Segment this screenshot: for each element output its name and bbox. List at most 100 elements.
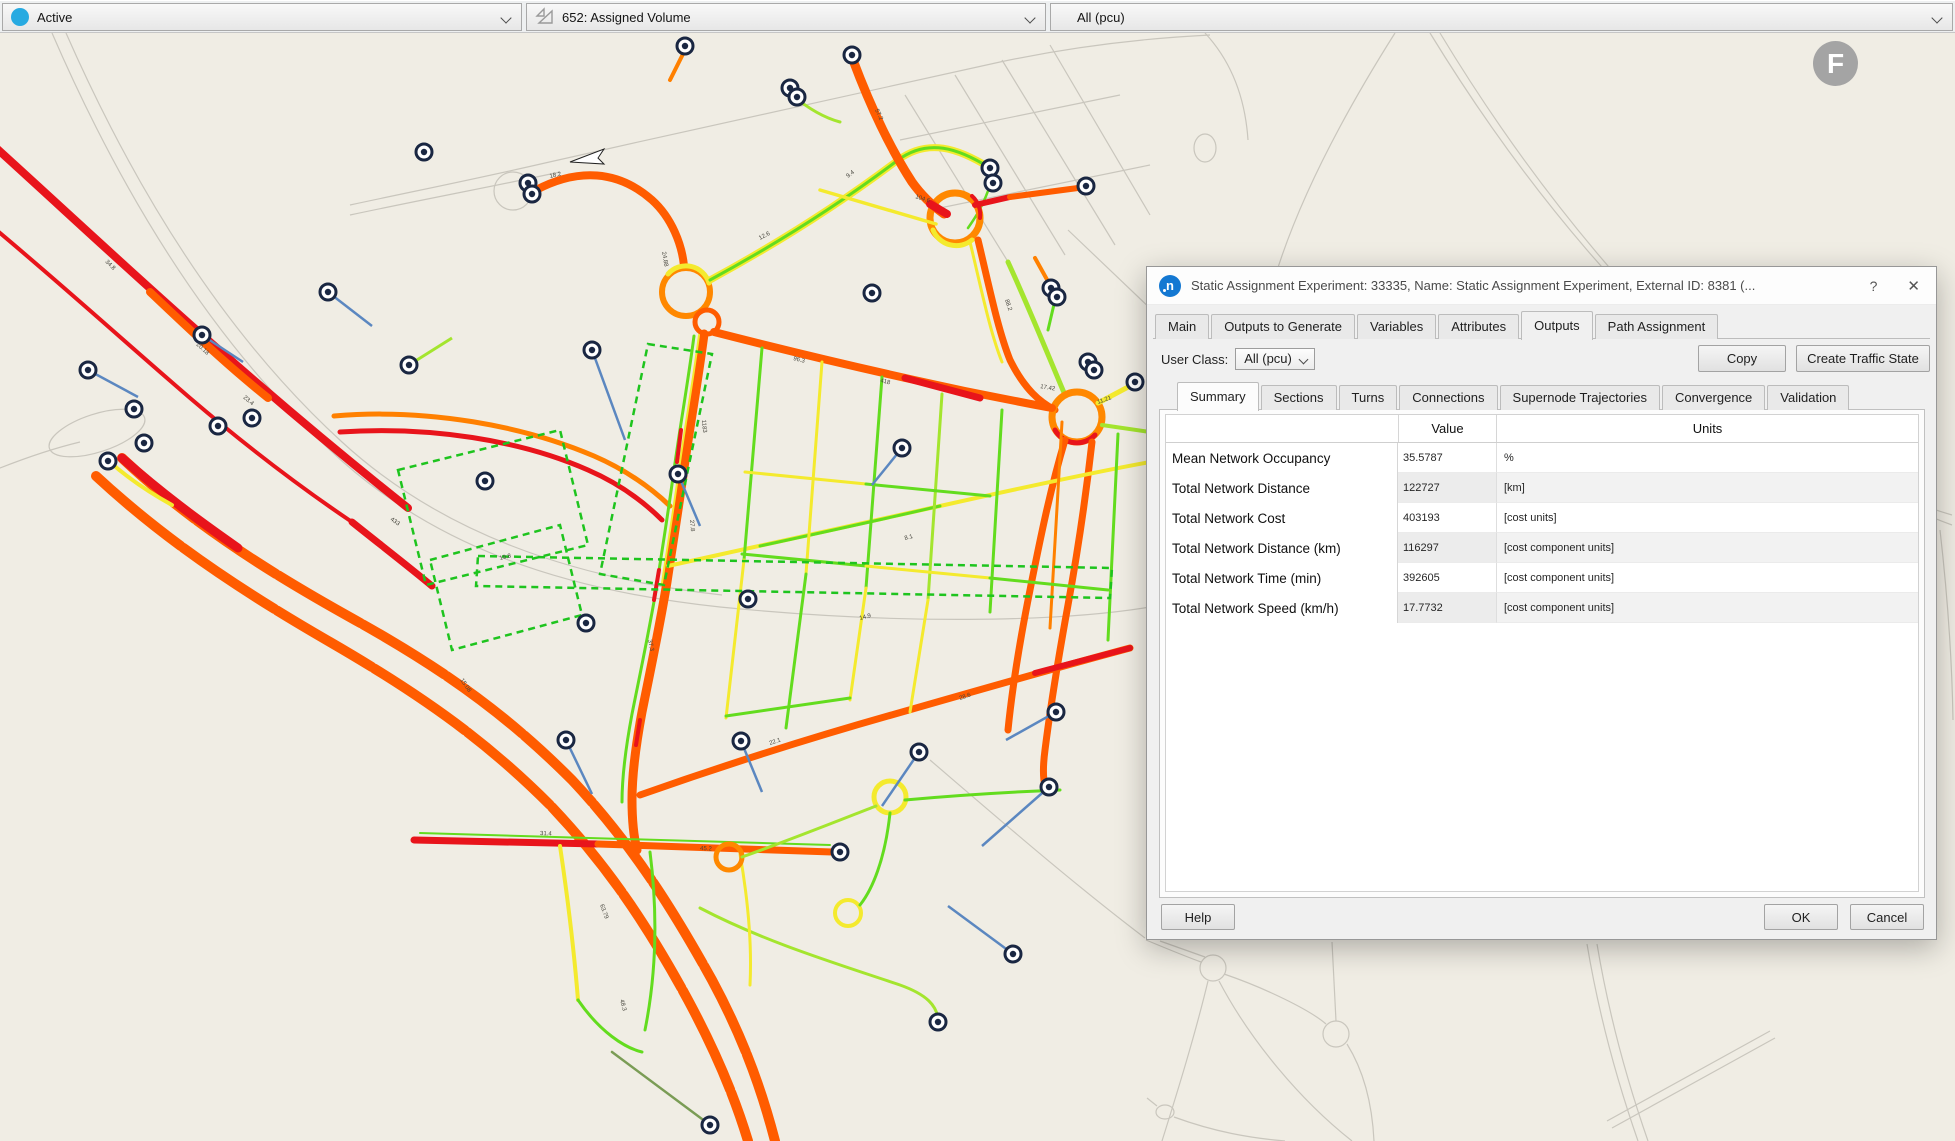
application-window: 20.1823.434.818.224.8812.69.457.2104.688… — [0, 0, 1955, 1141]
help-button[interactable]: Help — [1161, 904, 1235, 930]
centroid-node[interactable] — [982, 160, 998, 176]
active-state-value: Active — [37, 10, 72, 25]
centroid-node[interactable] — [584, 342, 600, 358]
subtab-validation[interactable]: Validation — [1767, 385, 1849, 410]
row-value: 17.7732 — [1398, 593, 1497, 623]
dialog-titlebar[interactable]: n Static Assignment Experiment: 33335, N… — [1147, 267, 1936, 305]
link-volume-label: 1183 — [700, 420, 707, 434]
row-label: Mean Network Occupancy — [1166, 443, 1398, 473]
view-mode-value: 652: Assigned Volume — [562, 10, 691, 25]
row-value: 122727 — [1398, 473, 1497, 503]
table-row[interactable]: Total Network Time (min) 392605 [cost co… — [1166, 563, 1918, 593]
table-row[interactable]: Total Network Distance (km) 116297 [cost… — [1166, 533, 1918, 563]
centroid-node[interactable] — [1048, 704, 1064, 720]
row-units: % — [1497, 443, 1918, 473]
centroid-node[interactable] — [194, 327, 210, 343]
subtab-connections[interactable]: Connections — [1399, 385, 1497, 410]
table-row[interactable]: Total Network Speed (km/h) 17.7732 [cost… — [1166, 593, 1918, 623]
centroid-node[interactable] — [136, 435, 152, 451]
row-label: Total Network Distance (km) — [1166, 533, 1398, 563]
close-icon[interactable]: ✕ — [1907, 277, 1920, 295]
centroid-node[interactable] — [677, 38, 693, 54]
row-value: 392605 — [1398, 563, 1497, 593]
dialog-title: Static Assignment Experiment: 33335, Nam… — [1191, 278, 1870, 293]
chevron-down-icon — [1298, 355, 1308, 365]
static-assignment-experiment-dialog: n Static Assignment Experiment: 33335, N… — [1146, 266, 1937, 940]
row-value: 116297 — [1398, 533, 1497, 563]
centroid-node[interactable] — [832, 844, 848, 860]
centroid-node[interactable] — [740, 591, 756, 607]
row-label: Total Network Time (min) — [1166, 563, 1398, 593]
centroid-node[interactable] — [670, 466, 686, 482]
active-status-icon — [11, 8, 29, 26]
centroid-node[interactable] — [1086, 362, 1102, 378]
centroid-node[interactable] — [1078, 178, 1094, 194]
centroid-node[interactable] — [100, 453, 116, 469]
table-row[interactable]: Total Network Distance 122727 [km] — [1166, 473, 1918, 503]
centroid-node[interactable] — [985, 175, 1001, 191]
tab-path-assignment[interactable]: Path Assignment — [1595, 314, 1719, 339]
dialog-help-icon[interactable]: ? — [1870, 278, 1878, 294]
active-state-dropdown[interactable]: Active — [2, 3, 522, 31]
centroid-node[interactable] — [244, 410, 260, 426]
row-value: 403193 — [1398, 503, 1497, 533]
create-traffic-state-button[interactable]: Create Traffic State — [1796, 345, 1930, 372]
centroid-node[interactable] — [911, 744, 927, 760]
subtab-convergence[interactable]: Convergence — [1662, 385, 1765, 410]
output-subtab-bar: Summary Sections Turns Connections Super… — [1177, 383, 1851, 410]
centroid-node[interactable] — [320, 284, 336, 300]
table-row[interactable]: Total Network Cost 403193 [cost units] — [1166, 503, 1918, 533]
tab-outputs-to-generate[interactable]: Outputs to Generate — [1211, 314, 1355, 339]
f-watermark-logo: F — [1813, 41, 1858, 86]
centroid-node[interactable] — [578, 615, 594, 631]
centroid-node[interactable] — [844, 47, 860, 63]
subtab-summary[interactable]: Summary — [1177, 382, 1259, 411]
user-class-toolbar-value: All (pcu) — [1077, 10, 1125, 25]
tab-main[interactable]: Main — [1155, 314, 1209, 339]
centroid-node[interactable] — [126, 401, 142, 417]
centroid-node[interactable] — [1049, 289, 1065, 305]
row-label: Total Network Speed (km/h) — [1166, 593, 1398, 623]
centroid-node[interactable] — [210, 418, 226, 434]
centroid-node[interactable] — [524, 186, 540, 202]
centroid-node[interactable] — [789, 89, 805, 105]
user-class-value: All (pcu) — [1244, 351, 1292, 366]
centroid-node[interactable] — [702, 1117, 718, 1133]
copy-button[interactable]: Copy — [1698, 345, 1786, 372]
centroid-node[interactable] — [1127, 374, 1143, 390]
tab-variables[interactable]: Variables — [1357, 314, 1436, 339]
chevron-down-icon — [1024, 12, 1035, 23]
ok-button[interactable]: OK — [1764, 904, 1838, 930]
summary-table: Value Units Mean Network Occupancy 35.57… — [1165, 414, 1919, 892]
subtab-sections[interactable]: Sections — [1261, 385, 1337, 410]
centroid-node[interactable] — [733, 733, 749, 749]
centroid-node[interactable] — [558, 732, 574, 748]
cancel-button[interactable]: Cancel — [1850, 904, 1924, 930]
centroid-node[interactable] — [864, 285, 880, 301]
link-volume-label: 27.8 — [688, 520, 695, 533]
view-mode-dropdown[interactable]: 652: Assigned Volume — [526, 3, 1046, 31]
chevron-down-icon — [1931, 12, 1942, 23]
centroid-node[interactable] — [1005, 946, 1021, 962]
subtab-turns[interactable]: Turns — [1339, 385, 1398, 410]
centroid-node[interactable] — [401, 357, 417, 373]
view-mode-icon — [535, 7, 555, 27]
chevron-down-icon — [500, 12, 511, 23]
user-class-toolbar-dropdown[interactable]: All (pcu) — [1050, 3, 1953, 31]
centroid-node[interactable] — [80, 362, 96, 378]
tab-outputs[interactable]: Outputs — [1521, 311, 1593, 340]
centroid-node[interactable] — [477, 473, 493, 489]
row-units: [cost component units] — [1497, 593, 1918, 623]
link-volume-label: 31.4 — [540, 831, 553, 837]
user-class-label: User Class: — [1161, 352, 1228, 367]
centroid-node[interactable] — [1041, 779, 1057, 795]
row-units: [km] — [1497, 473, 1918, 503]
centroid-node[interactable] — [416, 144, 432, 160]
row-label: Total Network Cost — [1166, 503, 1398, 533]
centroid-node[interactable] — [894, 440, 910, 456]
centroid-node[interactable] — [930, 1014, 946, 1030]
tab-attributes[interactable]: Attributes — [1438, 314, 1519, 339]
user-class-dropdown[interactable]: All (pcu) — [1235, 348, 1315, 370]
table-row[interactable]: Mean Network Occupancy 35.5787 % — [1166, 443, 1918, 473]
subtab-supernode-trajectories[interactable]: Supernode Trajectories — [1500, 385, 1660, 410]
